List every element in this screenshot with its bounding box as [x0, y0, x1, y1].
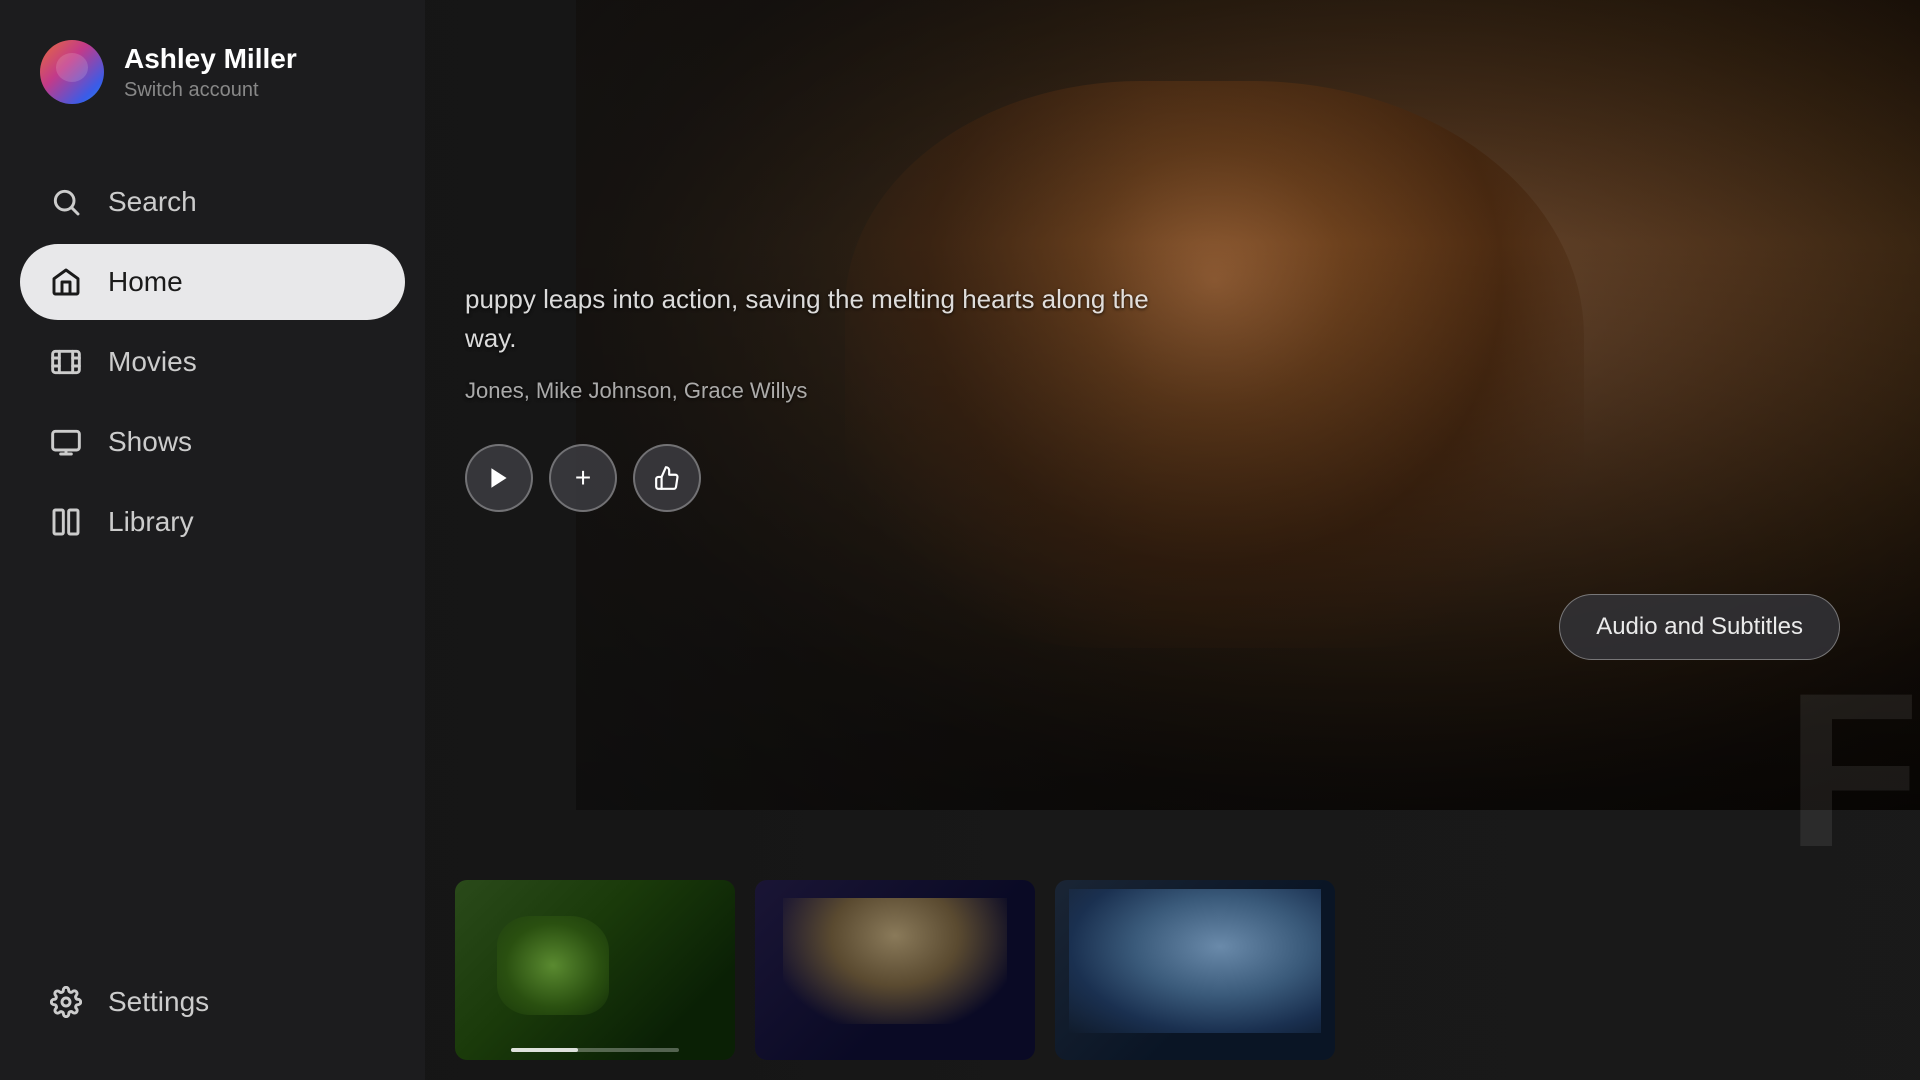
- switch-account-link[interactable]: Switch account: [124, 79, 297, 102]
- home-icon: [48, 264, 84, 300]
- sidebar-item-library[interactable]: Library: [20, 484, 405, 560]
- add-to-list-button[interactable]: +: [549, 444, 617, 512]
- thumbnails-row: [425, 860, 1920, 1080]
- progress-bar-1: [511, 1048, 679, 1052]
- sidebar-item-settings[interactable]: Settings: [20, 964, 405, 1040]
- user-profile[interactable]: Ashley Miller Switch account: [20, 0, 405, 144]
- hero-description: puppy leaps into action, saving the melt…: [465, 280, 1165, 358]
- thumbnail-2[interactable]: [755, 880, 1035, 1060]
- avatar: [40, 40, 104, 104]
- like-button[interactable]: [633, 444, 701, 512]
- user-name: Ashley Miller: [124, 42, 297, 76]
- settings-label: Settings: [108, 986, 209, 1018]
- nav-menu: Search Home: [20, 144, 405, 964]
- library-label: Library: [108, 506, 194, 538]
- sidebar-item-shows[interactable]: Shows: [20, 404, 405, 480]
- action-buttons: +: [465, 444, 1165, 512]
- user-info: Ashley Miller Switch account: [124, 42, 297, 103]
- play-button[interactable]: [465, 444, 533, 512]
- settings-icon: [48, 984, 84, 1020]
- main-content: puppy leaps into action, saving the melt…: [425, 0, 1920, 1080]
- hero-cast: Jones, Mike Johnson, Grace Willys: [465, 378, 1165, 404]
- movies-icon: [48, 344, 84, 380]
- sidebar-item-search[interactable]: Search: [20, 164, 405, 240]
- movies-label: Movies: [108, 346, 197, 378]
- sidebar-item-home[interactable]: Home: [20, 244, 405, 320]
- thumbnail-1[interactable]: [455, 880, 735, 1060]
- search-icon: [48, 184, 84, 220]
- decorative-letter: F: [1786, 660, 1920, 880]
- shows-label: Shows: [108, 426, 192, 458]
- progress-fill-1: [511, 1048, 578, 1052]
- hero-content: puppy leaps into action, saving the melt…: [465, 280, 1165, 512]
- library-icon: [48, 504, 84, 540]
- search-label: Search: [108, 186, 197, 218]
- sidebar-item-movies[interactable]: Movies: [20, 324, 405, 400]
- add-icon: +: [575, 462, 591, 494]
- sidebar: Ashley Miller Switch account Search: [0, 0, 425, 1080]
- shows-icon: [48, 424, 84, 460]
- thumbnail-3[interactable]: [1055, 880, 1335, 1060]
- home-label: Home: [108, 266, 183, 298]
